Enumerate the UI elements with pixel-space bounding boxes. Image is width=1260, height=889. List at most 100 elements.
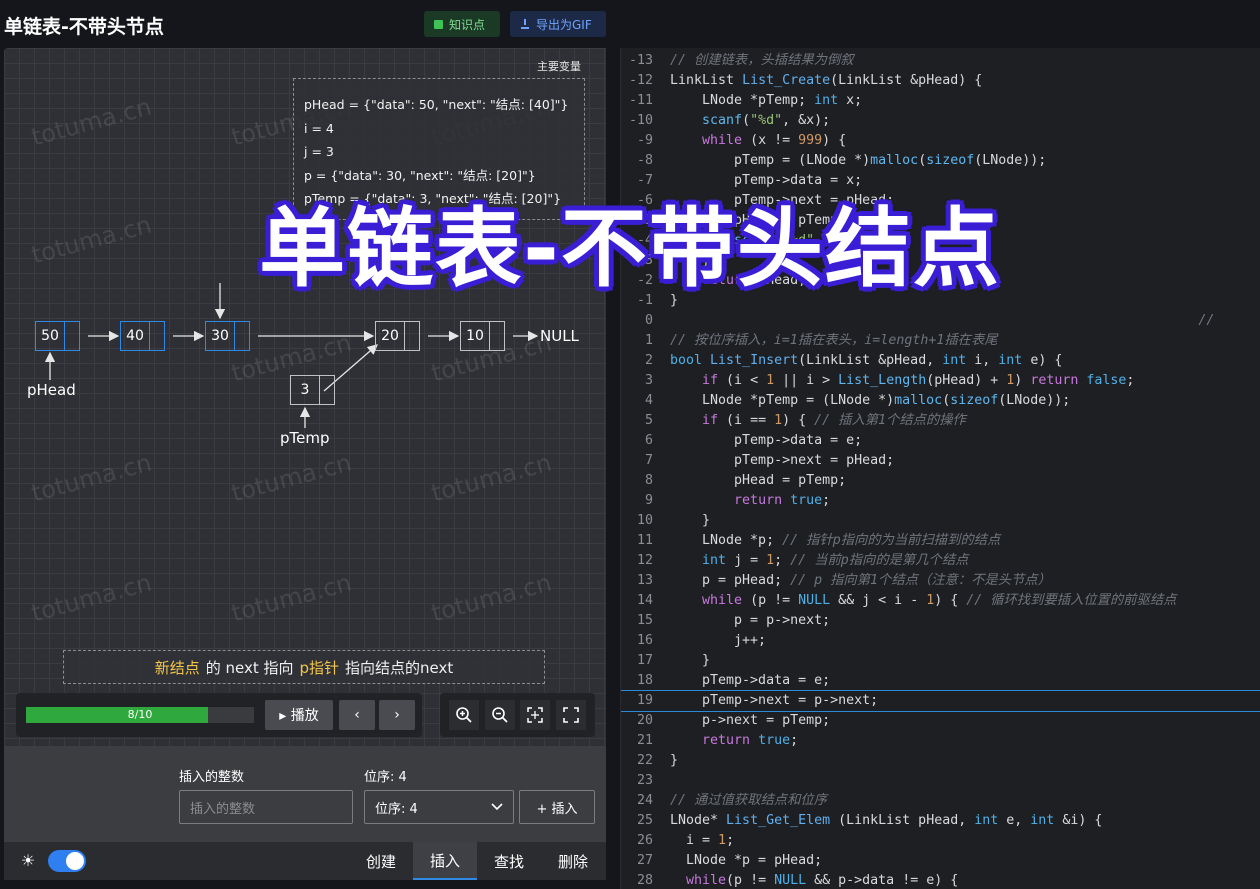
code-line: 19 pTemp->next = p->next; <box>621 690 1260 712</box>
code-line: 2 bool List_Insert(LinkList &pHead, int i… <box>621 351 1260 371</box>
null-label: NULL <box>540 327 579 345</box>
play-button[interactable]: ▸ 播放 <box>265 700 333 730</box>
line-number: 24 <box>636 793 653 808</box>
list-node-10: 10 <box>460 321 505 351</box>
line-number: -8 <box>636 153 653 168</box>
code-line: 26 i = 1; <box>621 831 1260 851</box>
code-line: -8 pTemp = (LNode *)malloc(sizeof(LNode)… <box>621 151 1260 171</box>
code-text: if (i < 1 || i > List_Length(pHead) + 1)… <box>702 373 1135 388</box>
node-data: 50 <box>35 321 65 351</box>
list-arrows <box>44 283 539 428</box>
code-panel: -13 // 创建链表，头插结果为倒叙 -12 LinkList List_Creat… <box>620 48 1260 889</box>
tab-create[interactable]: 创建 <box>349 842 413 880</box>
code-text: pTemp->next = pHead; <box>670 453 895 468</box>
line-number: 22 <box>636 753 653 768</box>
prev-step-button[interactable]: ‹ <box>339 700 375 730</box>
code-text: // 通过值获取结点和位序 <box>670 793 827 808</box>
code-text: } <box>670 513 711 528</box>
code-text: return true; <box>734 493 831 508</box>
node-next <box>490 321 505 351</box>
line-number: 17 <box>636 653 653 668</box>
code-line: 10 } <box>621 511 1260 531</box>
line-number: 16 <box>636 633 653 648</box>
code-line: 11 LNode *p; // 指针p指向的为当前扫描到的结点 <box>621 531 1260 551</box>
next-step-button[interactable]: › <box>379 700 415 730</box>
line-number: 9 <box>644 493 653 508</box>
code-line: 15 p = p->next; <box>621 611 1260 631</box>
code-text: // 创建链表，头插结果为倒叙 <box>670 53 854 68</box>
position-select-value: 位序: 4 <box>375 801 418 817</box>
tab-insert[interactable]: 插入 <box>413 842 477 880</box>
fit-view-button[interactable] <box>520 700 551 730</box>
code-line: 21 return true; <box>621 731 1260 751</box>
line-number: 5 <box>644 413 653 428</box>
code-line: -12 LinkList List_Create(LinkList &pHead)… <box>621 71 1260 91</box>
theme-toggle[interactable] <box>48 850 86 872</box>
code-line: 6 pTemp->data = e; <box>621 431 1260 451</box>
tab-delete[interactable]: 删除 <box>541 842 605 880</box>
line-number: -10 <box>628 113 653 128</box>
node-data: 3 <box>290 375 320 405</box>
line-number: 12 <box>636 553 653 568</box>
export-gif-button[interactable]: 导出为GIF <box>510 11 606 37</box>
code-line: -10 scanf("%d", &x); <box>621 111 1260 131</box>
code-line: 3 if (i < 1 || i > List_Length(pHead) + … <box>621 371 1260 391</box>
list-node-20: 20 <box>375 321 420 351</box>
fit-view-icon <box>527 707 544 723</box>
line-number: -13 <box>628 53 653 68</box>
new-node: 3 <box>290 375 335 405</box>
code-text: pTemp->next = p->next; <box>670 693 879 708</box>
zoom-out-icon <box>491 707 508 723</box>
line-number: 18 <box>636 673 653 688</box>
line-number: 19 <box>636 693 653 708</box>
code-text: j++; <box>670 633 767 648</box>
insert-button[interactable]: + 插入 <box>519 790 595 824</box>
code-line: -13 // 创建链表，头插结果为倒叙 <box>621 51 1260 71</box>
node-data: 30 <box>205 321 235 351</box>
insert-form: 插入的整数 位序: 4 插入的整数 位序: 4 + 插入 <box>4 746 606 842</box>
line-number: 26 <box>636 833 653 848</box>
code-text: scanf("%d", &x); <box>702 113 831 128</box>
list-node-50: 50 <box>35 321 80 351</box>
sun-icon: ☀ <box>20 851 36 870</box>
ptemp-label: pTemp <box>280 429 330 447</box>
progress-text: 8/10 <box>127 708 153 721</box>
progress-bar[interactable]: 8/10 <box>26 707 254 723</box>
code-text: while (x != 999) { <box>702 133 847 148</box>
knowledge-button[interactable]: 知识点 <box>424 11 500 37</box>
code-line: 1 // 按位序插入，i=1插在表头，i=length+1插在表尾 <box>621 331 1260 351</box>
line-number: 7 <box>644 453 653 468</box>
node-next <box>235 321 250 351</box>
code-line: -11 LNode *pTemp; int x; <box>621 91 1260 111</box>
code-text: i = 1; <box>670 833 735 848</box>
code-text: LNode *p; // 指针p指向的为当前扫描到的结点 <box>670 533 1001 548</box>
tab-search[interactable]: 查找 <box>477 842 541 880</box>
app-title: 单链表-不带头节点 <box>4 16 164 38</box>
line-number: 11 <box>636 533 653 548</box>
list-node-30: 30 <box>205 321 250 351</box>
node-data: 40 <box>120 321 150 351</box>
int-label: 插入的整数 <box>179 770 245 785</box>
visualization-canvas[interactable]: totuma.cn totuma.cn totuma.cn totuma.cn … <box>4 48 606 746</box>
line-number: -9 <box>636 133 653 148</box>
line-number: 27 <box>636 853 653 868</box>
code-text: } <box>670 753 679 768</box>
code-line: 24 // 通过值获取结点和位序 <box>621 791 1260 811</box>
code-line: 27 LNode *p = pHead; <box>621 851 1260 871</box>
code-line: 25 LNode* List_Get_Elem (LinkList pHead, … <box>621 811 1260 831</box>
fullscreen-button[interactable] <box>556 700 587 730</box>
int-input[interactable]: 插入的整数 <box>179 790 353 824</box>
code-line: 16 j++; <box>621 631 1260 651</box>
zoom-out-button[interactable] <box>484 700 515 730</box>
code-text: LNode* List_Get_Elem (LinkList pHead, in… <box>670 813 1103 828</box>
phead-label: pHead <box>27 381 76 399</box>
line-number: 21 <box>636 733 653 748</box>
position-select[interactable]: 位序: 4 <box>364 790 514 824</box>
book-icon <box>434 19 443 29</box>
line-number: 14 <box>636 593 653 608</box>
code-text: p = p->next; <box>670 613 831 628</box>
code-line: 7 pTemp->next = pHead; <box>621 451 1260 471</box>
node-data: 20 <box>375 321 405 351</box>
code-text: // <box>1198 313 1215 328</box>
zoom-in-button[interactable] <box>448 700 479 730</box>
